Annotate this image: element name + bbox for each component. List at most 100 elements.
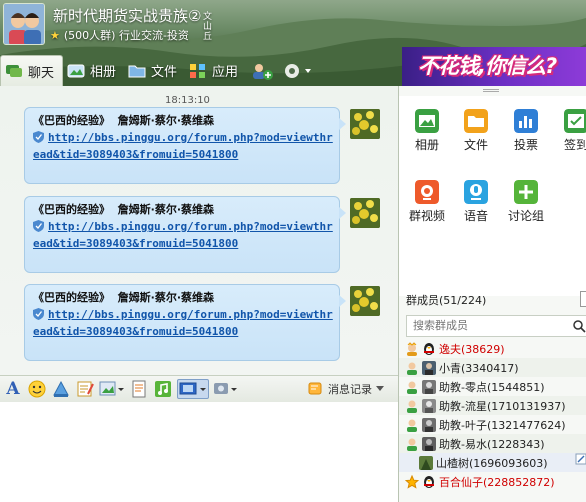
penguin-avatar-icon xyxy=(424,475,434,488)
ad-banner[interactable]: 不花钱,你信么? xyxy=(402,47,586,86)
group-title: 新时代期货实战贵族② xyxy=(53,7,202,25)
message-link[interactable]: http://bbs.pinggu.org/forum.php?mod=view… xyxy=(33,220,333,250)
app-discussion[interactable]: 讨论组 xyxy=(504,180,548,224)
admin-icon xyxy=(407,381,417,394)
note-button[interactable] xyxy=(75,379,95,399)
message-bubble[interactable]: 《巴西的经验》 詹姆斯·蔡尔·蔡维森 http://bbs.pinggu.org… xyxy=(24,196,346,273)
search-icon[interactable] xyxy=(572,319,586,333)
more-tools-icon xyxy=(214,383,237,394)
member-name: 山楂树(1696093603) xyxy=(436,456,548,470)
note-icon xyxy=(77,381,94,397)
app-voice[interactable]: 语音 xyxy=(454,180,498,224)
group-info-text: (500人群) 行业交流-投资 xyxy=(63,29,189,42)
member-name: 逸夫(38629) xyxy=(439,342,505,356)
member-row[interactable]: 小青(3340417) xyxy=(399,358,586,377)
message-bubble[interactable]: 《巴西的经验》 詹姆斯·蔡尔·蔡维森 http://bbs.pinggu.org… xyxy=(24,284,346,361)
member-name: 助教-流星(1710131937) xyxy=(439,399,566,413)
message-record-button[interactable]: 消息记录 xyxy=(308,381,384,397)
app-voice-label: 语音 xyxy=(463,209,488,223)
shake-button[interactable] xyxy=(51,379,71,399)
tab-file[interactable]: 文件 xyxy=(124,55,185,86)
sender-avatar[interactable] xyxy=(350,109,380,139)
avatar-icon xyxy=(422,417,436,432)
settings-button[interactable] xyxy=(278,55,316,86)
message-bubble[interactable]: 《巴西的经验》 詹姆斯·蔡尔·蔡维森 http://bbs.pinggu.org… xyxy=(24,107,346,184)
sender-avatar[interactable] xyxy=(350,198,380,228)
message-link[interactable]: http://bbs.pinggu.org/forum.php?mod=view… xyxy=(33,131,333,161)
panel-resize-handle[interactable] xyxy=(483,89,499,92)
app-file-label: 文件 xyxy=(463,138,488,152)
header-vertical-text: 文山丘 xyxy=(203,12,213,42)
owner-icon xyxy=(407,341,417,356)
avatar-icon xyxy=(422,360,436,375)
member-name: 助教-叶子(1321477624) xyxy=(439,418,566,432)
tab-album[interactable]: 相册 xyxy=(63,55,124,86)
message-title: 《巴西的经验》 詹姆斯·蔡尔·蔡维森 xyxy=(33,203,215,216)
member-name: 助教-易水(1228343) xyxy=(439,437,545,451)
video-icon xyxy=(415,180,439,204)
member-row[interactable]: 助教-流星(1710131937) xyxy=(399,396,586,415)
vote-icon xyxy=(514,109,538,133)
smiley-icon xyxy=(28,380,46,398)
app-checkin-label: 签到 xyxy=(563,138,586,152)
message-title: 《巴西的经验》 詹姆斯·蔡尔·蔡维森 xyxy=(33,114,215,127)
members-toggle[interactable] xyxy=(580,291,586,307)
album-icon xyxy=(415,109,439,133)
penguin-avatar-icon xyxy=(424,342,434,355)
flower-avatar-icon xyxy=(350,109,380,139)
more-tools-button[interactable] xyxy=(213,379,239,399)
app-album[interactable]: 相册 xyxy=(405,109,449,153)
font-button[interactable]: A xyxy=(3,379,23,399)
history-icon xyxy=(308,382,322,395)
tab-apps[interactable]: 应用 xyxy=(185,55,246,86)
member-row[interactable]: 助教-叶子(1321477624) xyxy=(399,415,586,434)
discuss-icon xyxy=(514,180,538,204)
image-button[interactable] xyxy=(99,379,125,399)
add-member-button[interactable] xyxy=(246,55,278,86)
chat-area[interactable]: 18:13:10 《巴西的经验》 詹姆斯·蔡尔·蔡维森 http://bbs.p… xyxy=(0,86,398,375)
album-icon xyxy=(67,64,85,77)
sender-avatar[interactable] xyxy=(350,286,380,316)
add-member-icon xyxy=(253,63,274,80)
member-row[interactable]: 助教-易水(1228343) xyxy=(399,434,586,453)
group-info: ★ (500人群) 行业交流-投资 xyxy=(50,27,189,43)
member-row[interactable]: 助教-零点(1544851) xyxy=(399,377,586,396)
screenshot-icon xyxy=(179,382,206,395)
group-header: 新时代期货实战贵族② ★ (500人群) 行业交流-投资 文山丘 不花钱,你信么… xyxy=(0,0,586,86)
voice-icon xyxy=(464,180,488,204)
group-avatar-icon xyxy=(4,4,44,44)
member-row[interactable]: 山楂树(1696093603) xyxy=(399,453,586,472)
shield-icon xyxy=(33,131,44,143)
star-icon xyxy=(405,474,419,489)
music-button[interactable] xyxy=(153,379,173,399)
app-group-video[interactable]: 群视频 xyxy=(405,180,449,224)
app-vote[interactable]: 投票 xyxy=(504,109,548,153)
group-apps: 相册 文件 投票 签到 群视频 语音 讨论组 xyxy=(399,96,586,296)
edit-icon[interactable] xyxy=(575,453,586,465)
message-input[interactable] xyxy=(0,402,398,502)
folder-icon xyxy=(128,65,146,77)
group-avatar[interactable] xyxy=(3,3,45,45)
shield-icon xyxy=(33,308,44,320)
message-time: 18:13:10 xyxy=(165,95,210,106)
app-file[interactable]: 文件 xyxy=(454,109,498,153)
members-header: 群成员(51/224) xyxy=(406,294,487,307)
tab-chat[interactable]: 聊天 xyxy=(0,55,64,86)
flower-avatar-icon xyxy=(350,286,380,316)
input-toolbar: A 消息记录 xyxy=(0,375,398,402)
chevron-down-icon xyxy=(376,386,384,391)
app-vote-label: 投票 xyxy=(513,138,538,152)
document-icon xyxy=(132,380,146,398)
tab-chat-label: 聊天 xyxy=(28,65,55,81)
tab-file-label: 文件 xyxy=(151,65,178,80)
member-row[interactable]: 逸夫(38629) xyxy=(399,339,586,358)
message-link[interactable]: http://bbs.pinggu.org/forum.php?mod=view… xyxy=(33,308,333,338)
message-title: 《巴西的经验》 詹姆斯·蔡尔·蔡维森 xyxy=(33,291,215,304)
app-checkin[interactable]: 签到 xyxy=(554,109,586,153)
screenshot-button[interactable] xyxy=(177,379,209,399)
member-search-input[interactable] xyxy=(406,315,586,337)
emoji-button[interactable] xyxy=(27,379,47,399)
doc-button[interactable] xyxy=(129,379,149,399)
avatar-icon xyxy=(422,436,436,451)
member-row[interactable]: 百合仙子(228852872) xyxy=(399,472,586,491)
